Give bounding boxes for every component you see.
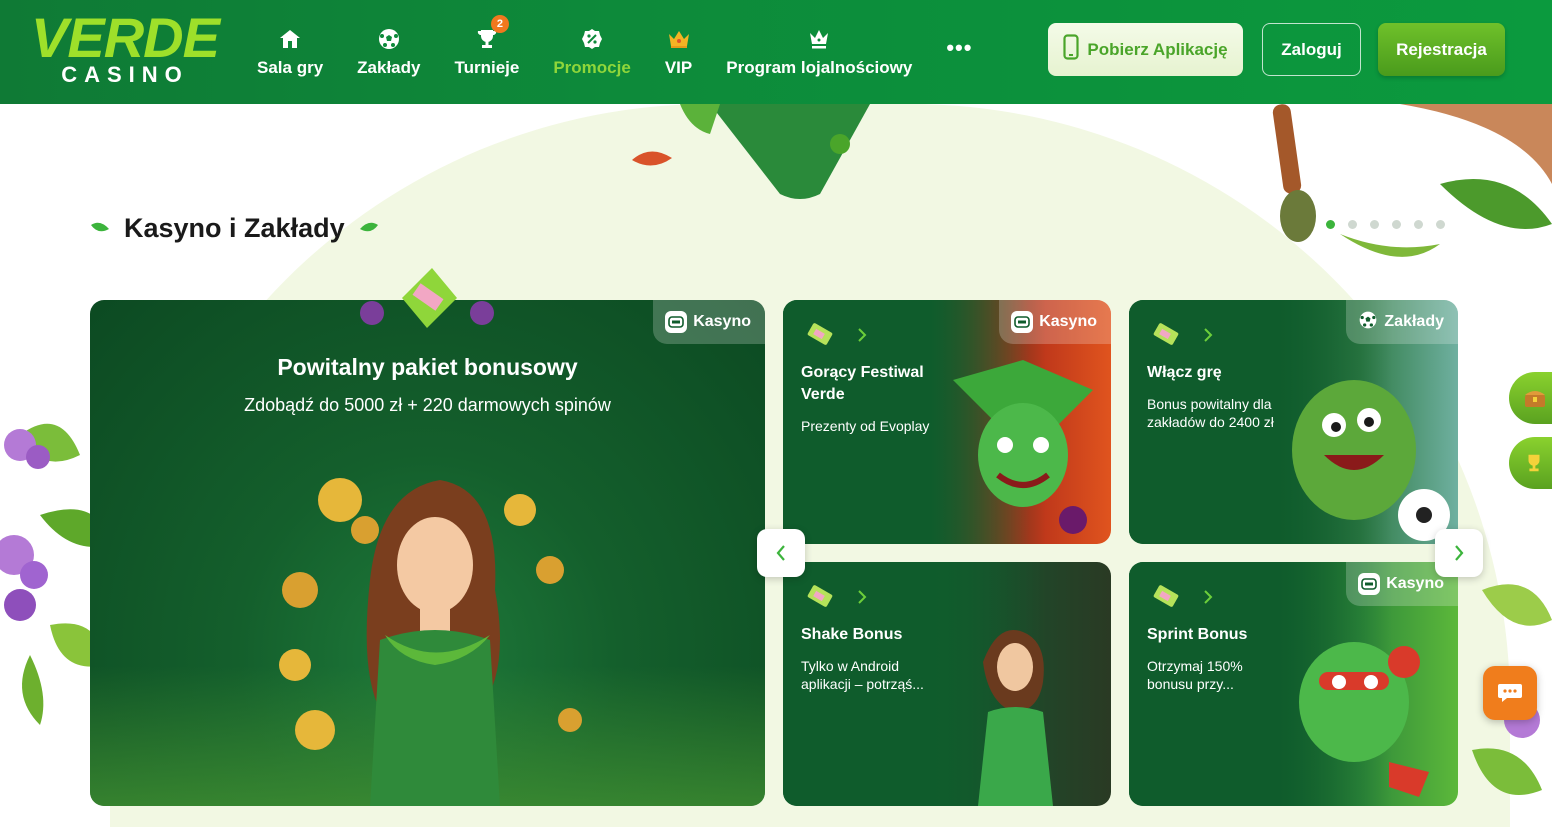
chevron-right-icon: [858, 328, 867, 342]
section-header: Kasyno i Zakłady: [90, 210, 379, 246]
card-tag-label: Zakłady: [1384, 313, 1444, 330]
side-trophy-button[interactable]: [1509, 437, 1552, 489]
home-icon: [277, 26, 303, 52]
card-head: [1151, 322, 1213, 348]
nav-sala-gry[interactable]: Sala gry: [240, 0, 340, 104]
promo-card-shake-bonus[interactable]: Shake Bonus Tylko w Android aplikacji – …: [783, 562, 1111, 806]
main-nav: Sala gry Zakłady 2 Turnieje Promocje VIP…: [240, 0, 989, 104]
download-app-label: Pobierz Aplikację: [1087, 39, 1228, 59]
card-head: [805, 584, 867, 610]
jester-illustration: [953, 360, 1093, 534]
nav-label: Program lojalnościowy: [726, 58, 913, 77]
nav-promocje[interactable]: Promocje: [536, 0, 647, 104]
carousel-dot[interactable]: [1392, 220, 1401, 229]
money-stack-decoration: [360, 268, 494, 328]
card-title: Gorący Festiwal Verde: [801, 364, 924, 403]
promo-card-wlacz-gre[interactable]: Zakłady Włącz grę Bonus powitalny dla za…: [1129, 300, 1458, 544]
welcome-bonus-card[interactable]: Kasyno Powitalny pakiet bonusowy Zdobądź…: [90, 300, 765, 806]
carousel-next-button[interactable]: [1435, 529, 1483, 577]
money-icon: [807, 323, 833, 345]
card-category-tag: Zakłady: [1346, 300, 1458, 344]
carousel-dot[interactable]: [1326, 220, 1335, 229]
card-title: Sprint Bonus: [1147, 626, 1248, 643]
card-category-tag: Kasyno: [999, 300, 1111, 344]
promo-card-festival[interactable]: Kasyno Gorący Festiwal Verde Prezenty od…: [783, 300, 1111, 544]
nav-more[interactable]: •••: [929, 0, 989, 104]
nav-turnieje[interactable]: 2 Turnieje: [437, 0, 536, 104]
nav-label: Zakłady: [357, 58, 421, 77]
chevron-left-icon: [776, 545, 785, 561]
money-icon: [1153, 323, 1179, 345]
card-head: [1151, 584, 1213, 610]
slot-machine-icon: [665, 311, 688, 333]
login-button[interactable]: Zaloguj: [1262, 23, 1361, 76]
main-card-subtitle: Zdobądź do 5000 zł + 220 darmowych spinó…: [244, 395, 611, 415]
hero-woman-illustration: [279, 478, 582, 806]
download-app-button[interactable]: Pobierz Aplikację: [1048, 23, 1243, 76]
nav-label: VIP: [664, 58, 693, 77]
loyalty-crown-icon: [806, 26, 832, 52]
leaf-icon: [91, 222, 109, 232]
carousel-dot[interactable]: [1414, 220, 1423, 229]
section-title: Kasyno i Zakłady: [124, 212, 345, 243]
card-description: Otrzymaj 150% bonusu przy...: [1147, 658, 1243, 692]
chevron-right-icon: [1455, 545, 1464, 561]
nav-label: Turnieje: [454, 58, 520, 77]
card-tag-label: Kasyno: [1386, 575, 1444, 592]
main-card-title: Powitalny pakiet bonusowy: [277, 354, 578, 380]
card-title: Shake Bonus: [801, 626, 903, 643]
money-icon: [1153, 585, 1179, 607]
green-monster-football-illustration: [1292, 380, 1450, 541]
soccer-ball-icon: [1358, 310, 1378, 335]
card-head: [805, 322, 867, 348]
chat-support-button[interactable]: [1483, 666, 1537, 720]
trophy-icon: [1528, 454, 1540, 472]
phone-icon: [1063, 34, 1080, 65]
paintbrush-decoration: [1272, 104, 1552, 257]
promo-card-sprint-bonus[interactable]: Kasyno Sprint Bonus Otrzymaj 150% bonusu…: [1129, 562, 1458, 806]
nav-label: Promocje: [553, 58, 631, 77]
nav-vip[interactable]: VIP: [648, 0, 709, 104]
hero-decoration: [680, 104, 870, 199]
logo-verde-text: VERDE: [31, 6, 220, 69]
crown-icon: [666, 26, 692, 52]
carousel-dot[interactable]: [1348, 220, 1357, 229]
treasure-chest-icon: [1525, 391, 1545, 407]
carousel-prev-button[interactable]: [757, 529, 805, 577]
slot-machine-icon: [1011, 311, 1034, 333]
top-header: VERDE CASINO Sala gry Zakłady 2 Turnieje: [0, 0, 1552, 104]
chevron-right-icon: [1204, 590, 1213, 604]
chevron-right-icon: [858, 590, 867, 604]
card-tag-label: Kasyno: [693, 313, 751, 330]
slot-machine-icon: [1358, 573, 1381, 595]
nav-zaklady[interactable]: Zakłady: [340, 0, 437, 104]
chevron-right-icon: [1204, 328, 1213, 342]
verde-casino-logo[interactable]: VERDE CASINO: [20, 10, 230, 90]
nav-label: Sala gry: [257, 58, 324, 77]
percent-badge-icon: [579, 26, 605, 52]
sprinting-monster-illustration: [1299, 642, 1429, 797]
card-title: Włącz grę: [1147, 364, 1222, 381]
card-description: Tylko w Android aplikacji – potrząś...: [801, 658, 924, 692]
side-treasure-button[interactable]: [1509, 372, 1552, 424]
falling-leaf-icon: [632, 151, 672, 166]
tournament-count-badge: 2: [490, 15, 509, 33]
more-dots-icon: •••: [946, 35, 973, 60]
card-description: Bonus powitalny dla zakładów do 2400 zł: [1147, 396, 1274, 430]
register-button[interactable]: Rejestracja: [1378, 23, 1505, 76]
carousel-dot[interactable]: [1370, 220, 1379, 229]
card-category-tag: Kasyno: [653, 300, 765, 344]
chat-bubble-icon: [1498, 684, 1522, 702]
card-description: Prezenty od Evoplay: [801, 418, 930, 434]
card-tag-label: Kasyno: [1039, 313, 1097, 330]
carousel-dot[interactable]: [1436, 220, 1445, 229]
leaf-icon: [359, 222, 378, 232]
carousel-dots: [1326, 220, 1445, 229]
soccer-ball-icon: [376, 26, 402, 52]
nav-program-lojalnosciowy[interactable]: Program lojalnościowy: [709, 0, 929, 104]
money-icon: [807, 585, 833, 607]
green-fairy-illustration: [978, 630, 1053, 806]
